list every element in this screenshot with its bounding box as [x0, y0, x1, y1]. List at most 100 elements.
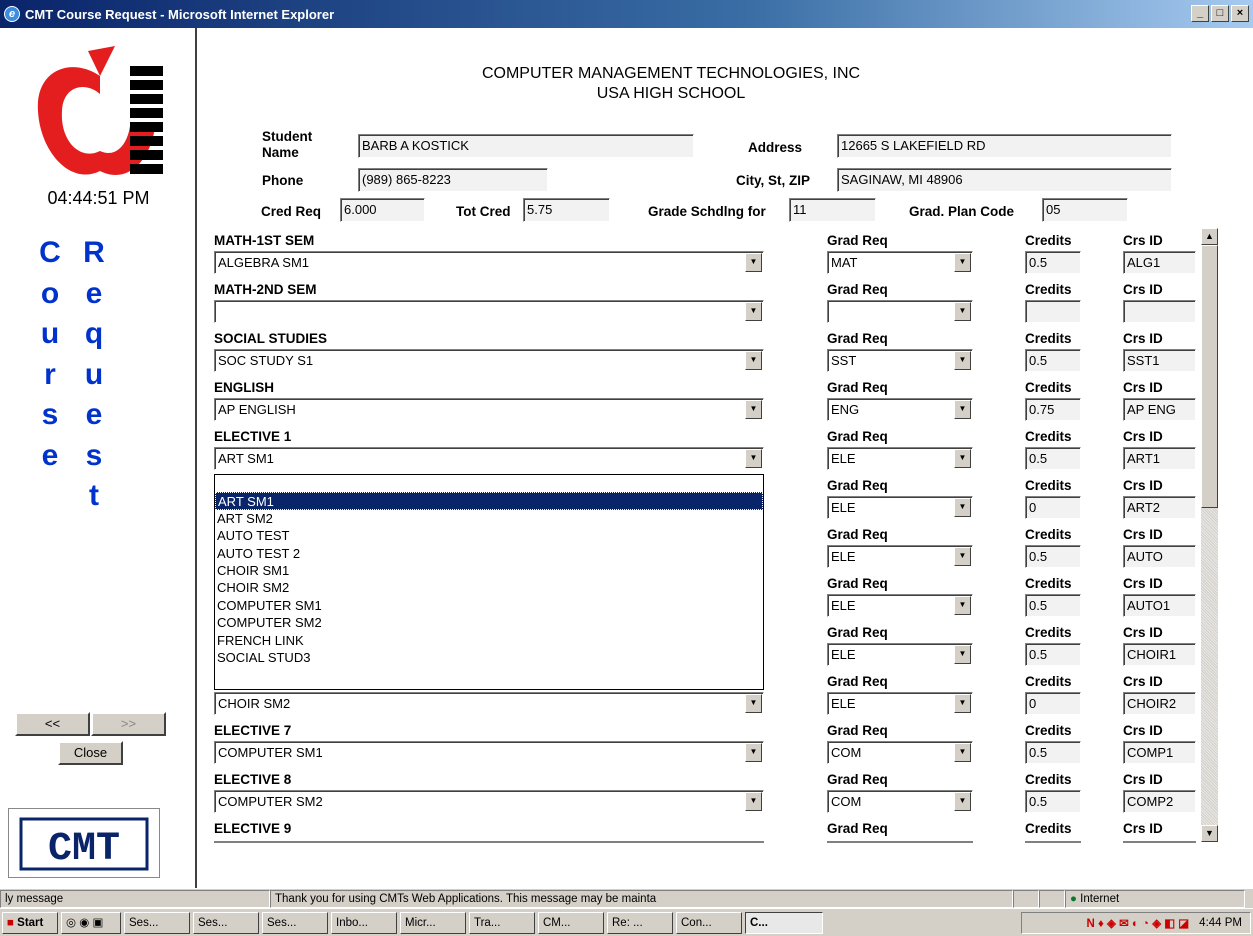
- grade-field[interactable]: 11: [789, 198, 876, 222]
- chevron-down-icon[interactable]: ▼: [745, 351, 762, 370]
- taskbar-button[interactable]: Con...: [676, 911, 742, 934]
- grad-req-select[interactable]: COM ▼: [827, 741, 973, 764]
- maximize-button[interactable]: □: [1211, 5, 1229, 22]
- course-select[interactable]: AP ENGLISH ▼: [214, 398, 764, 421]
- minimize-button[interactable]: _: [1191, 5, 1209, 22]
- grad-req-select[interactable]: COM ▼: [827, 790, 973, 813]
- grad-req-select[interactable]: ENG ▼: [827, 398, 973, 421]
- credits-field[interactable]: 0.75: [1025, 398, 1081, 421]
- chevron-down-icon[interactable]: ▼: [745, 253, 762, 272]
- vertical-scrollbar[interactable]: ▲ ▼: [1201, 228, 1218, 842]
- dropdown-option[interactable]: ART SM1: [215, 492, 763, 510]
- crs-id-field[interactable]: COMP1: [1123, 741, 1196, 764]
- plan-code-field[interactable]: 05: [1042, 198, 1128, 222]
- credits-field[interactable]: [1025, 300, 1081, 323]
- course-select-partial[interactable]: [214, 841, 764, 844]
- grad-req-select[interactable]: ELE ▼: [827, 594, 973, 617]
- chevron-down-icon[interactable]: ▼: [745, 400, 762, 419]
- taskbar-button[interactable]: CM...: [538, 911, 604, 934]
- student-name-field[interactable]: BARB A KOSTICK: [358, 134, 694, 158]
- grad-req-select[interactable]: SST ▼: [827, 349, 973, 372]
- dropdown-option[interactable]: FRENCH LINK: [215, 632, 763, 649]
- credits-field[interactable]: 0.5: [1025, 251, 1081, 274]
- dropdown-option[interactable]: SOCIAL STUD3: [215, 649, 763, 666]
- crs-id-field[interactable]: ART1: [1123, 447, 1196, 470]
- crs-id-field[interactable]: CHOIR2: [1123, 692, 1196, 715]
- grad-req-select[interactable]: ▼: [827, 300, 973, 323]
- course-select[interactable]: SOC STUDY S1 ▼: [214, 349, 764, 372]
- phone-field[interactable]: (989) 865-8223: [358, 168, 548, 192]
- chevron-down-icon[interactable]: ▼: [745, 449, 762, 468]
- crs-id-field[interactable]: AUTO: [1123, 545, 1196, 568]
- grad-req-select[interactable]: ELE ▼: [827, 447, 973, 470]
- quick-launch[interactable]: ◎ ◉ ▣: [61, 911, 121, 934]
- crs-id-field[interactable]: [1123, 300, 1196, 323]
- chevron-down-icon[interactable]: ▼: [954, 694, 971, 713]
- credits-field[interactable]: 0.5: [1025, 790, 1081, 813]
- taskbar-button[interactable]: C...: [745, 911, 823, 934]
- chevron-down-icon[interactable]: ▼: [745, 302, 762, 321]
- credits-field[interactable]: 0.5: [1025, 741, 1081, 764]
- crs-id-field[interactable]: AP ENG: [1123, 398, 1196, 421]
- dropdown-option[interactable]: AUTO TEST 2: [215, 545, 763, 562]
- course-dropdown-list[interactable]: ART SM1 ART SM2 AUTO TEST AUTO TEST 2 CHOIR …: [214, 474, 764, 690]
- grad-req-select[interactable]: ELE ▼: [827, 545, 973, 568]
- grad-req-select[interactable]: MAT ▼: [827, 251, 973, 274]
- grad-req-select[interactable]: ELE ▼: [827, 496, 973, 519]
- taskbar-button[interactable]: Micr...: [400, 911, 466, 934]
- chevron-down-icon[interactable]: ▼: [954, 302, 971, 321]
- dropdown-option[interactable]: COMPUTER SM1: [215, 597, 763, 614]
- close-button[interactable]: Close: [58, 741, 123, 765]
- chevron-down-icon[interactable]: ▼: [745, 743, 762, 762]
- crs-id-field[interactable]: SST1: [1123, 349, 1196, 372]
- taskbar-button[interactable]: Inbo...: [331, 911, 397, 934]
- cred-req-field[interactable]: 6.000: [340, 198, 425, 222]
- course-select[interactable]: COMPUTER SM1 ▼: [214, 741, 764, 764]
- chevron-down-icon[interactable]: ▼: [745, 792, 762, 811]
- chevron-down-icon[interactable]: ▼: [954, 645, 971, 664]
- crs-id-field[interactable]: ART2: [1123, 496, 1196, 519]
- start-button[interactable]: ■ Start: [2, 911, 58, 934]
- crs-id-field-partial[interactable]: [1123, 841, 1196, 844]
- scroll-down-icon[interactable]: ▼: [1201, 825, 1218, 842]
- taskbar-button[interactable]: Ses...: [124, 911, 190, 934]
- dropdown-option[interactable]: ART SM2: [215, 510, 763, 527]
- chevron-down-icon[interactable]: ▼: [745, 694, 762, 713]
- course-select[interactable]: ▼: [214, 300, 764, 323]
- credits-field-partial[interactable]: [1025, 841, 1081, 844]
- course-select[interactable]: ART SM1 ▼: [214, 447, 764, 470]
- chevron-down-icon[interactable]: ▼: [954, 400, 971, 419]
- taskbar-button[interactable]: Ses...: [262, 911, 328, 934]
- dropdown-option[interactable]: CHOIR SM2: [215, 579, 763, 596]
- dropdown-option[interactable]: AUTO TEST: [215, 527, 763, 544]
- taskbar-button[interactable]: Ses...: [193, 911, 259, 934]
- tot-cred-field[interactable]: 5.75: [523, 198, 610, 222]
- course-select[interactable]: CHOIR SM2 ▼: [214, 692, 764, 715]
- crs-id-field[interactable]: CHOIR1: [1123, 643, 1196, 666]
- chevron-down-icon[interactable]: ▼: [954, 253, 971, 272]
- credits-field[interactable]: 0.5: [1025, 643, 1081, 666]
- next-button[interactable]: >>: [91, 712, 166, 736]
- city-field[interactable]: SAGINAW, MI 48906: [837, 168, 1172, 192]
- grad-req-select[interactable]: ELE ▼: [827, 643, 973, 666]
- credits-field[interactable]: 0.5: [1025, 349, 1081, 372]
- crs-id-field[interactable]: COMP2: [1123, 790, 1196, 813]
- grad-req-select-partial[interactable]: [827, 841, 973, 844]
- course-select[interactable]: COMPUTER SM2 ▼: [214, 790, 764, 813]
- credits-field[interactable]: 0.5: [1025, 545, 1081, 568]
- chevron-down-icon[interactable]: ▼: [954, 547, 971, 566]
- address-field[interactable]: 12665 S LAKEFIELD RD: [837, 134, 1172, 158]
- scroll-up-icon[interactable]: ▲: [1201, 228, 1218, 245]
- credits-field[interactable]: 0: [1025, 496, 1081, 519]
- chevron-down-icon[interactable]: ▼: [954, 449, 971, 468]
- chevron-down-icon[interactable]: ▼: [954, 351, 971, 370]
- chevron-down-icon[interactable]: ▼: [954, 792, 971, 811]
- chevron-down-icon[interactable]: ▼: [954, 596, 971, 615]
- taskbar-button[interactable]: Tra...: [469, 911, 535, 934]
- credits-field[interactable]: 0.5: [1025, 594, 1081, 617]
- scroll-thumb[interactable]: [1201, 245, 1218, 508]
- prev-button[interactable]: <<: [15, 712, 90, 736]
- grad-req-select[interactable]: ELE ▼: [827, 692, 973, 715]
- dropdown-option[interactable]: [215, 475, 763, 492]
- credits-field[interactable]: 0: [1025, 692, 1081, 715]
